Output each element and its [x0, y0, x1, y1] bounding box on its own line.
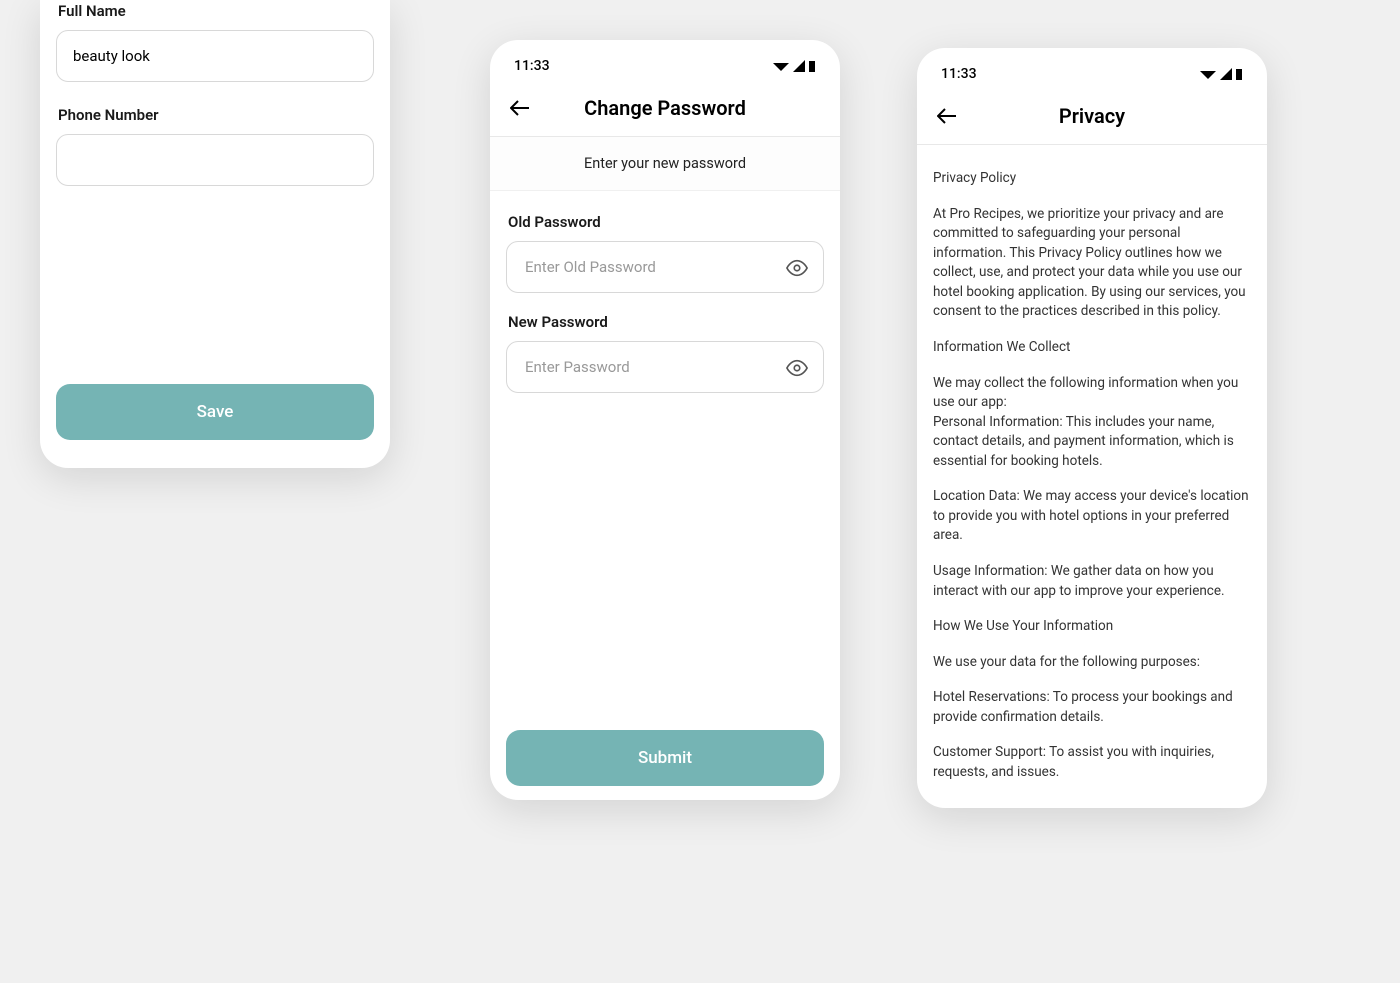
phone-number-label: Phone Number — [56, 106, 374, 124]
new-password-input[interactable] — [506, 341, 824, 393]
arrow-left-icon — [937, 108, 957, 124]
signal-icon — [792, 59, 806, 73]
privacy-paragraph: We may collect the following information… — [933, 374, 1251, 472]
privacy-content[interactable]: Privacy Policy At Pro Recipes, we priori… — [917, 145, 1267, 795]
arrow-left-icon — [510, 100, 530, 116]
phone-number-input[interactable] — [56, 134, 374, 186]
button-container: Submit — [506, 730, 824, 786]
privacy-paragraph: Location Data: We may access your device… — [933, 487, 1251, 546]
new-password-label: New Password — [506, 313, 824, 331]
privacy-paragraph: Usage Information: We gather data on how… — [933, 562, 1251, 601]
button-container: Save — [56, 384, 374, 440]
battery-icon — [808, 59, 816, 73]
back-button[interactable] — [510, 96, 534, 120]
privacy-paragraph: Privacy Policy — [933, 169, 1251, 189]
old-password-input[interactable] — [506, 241, 824, 293]
privacy-paragraph: Information We Collect — [933, 338, 1251, 358]
eye-icon — [786, 257, 808, 279]
battery-icon — [1235, 67, 1243, 81]
new-password-visibility-toggle[interactable] — [786, 357, 808, 383]
signal-icon — [1219, 67, 1233, 81]
privacy-paragraph: We use your data for the following purpo… — [933, 653, 1251, 673]
save-button[interactable]: Save — [56, 384, 374, 440]
page-title: Privacy — [1059, 104, 1125, 128]
full-name-label: Full Name — [56, 2, 374, 20]
form-area: Full Name Phone Number — [56, 0, 374, 210]
wifi-icon — [772, 59, 790, 73]
form-area: Old Password New Password — [490, 191, 840, 435]
privacy-screen: 11:33 Privacy Privacy Policy At Pro Reci… — [917, 48, 1267, 808]
old-password-label: Old Password — [506, 213, 824, 231]
new-password-wrapper — [506, 341, 824, 413]
header: Change Password — [490, 84, 840, 137]
wifi-icon — [1199, 67, 1217, 81]
header: Privacy — [917, 92, 1267, 145]
subtitle: Enter your new password — [490, 137, 840, 191]
privacy-paragraph: At Pro Recipes, we prioritize your priva… — [933, 205, 1251, 322]
old-password-wrapper — [506, 241, 824, 313]
privacy-paragraph: Customer Support: To assist you with inq… — [933, 743, 1251, 782]
status-bar: 11:33 — [490, 40, 840, 84]
full-name-input[interactable] — [56, 30, 374, 82]
status-icons — [1199, 67, 1243, 81]
status-time: 11:33 — [514, 58, 550, 74]
profile-edit-screen: Full Name Phone Number Save — [40, 0, 390, 468]
page-title: Change Password — [584, 96, 746, 120]
status-icons — [772, 59, 816, 73]
eye-icon — [786, 357, 808, 379]
privacy-paragraph: Hotel Reservations: To process your book… — [933, 688, 1251, 727]
status-time: 11:33 — [941, 66, 977, 82]
privacy-paragraph: How We Use Your Information — [933, 617, 1251, 637]
status-bar: 11:33 — [917, 48, 1267, 92]
change-password-screen: 11:33 Change Password Enter your new pas… — [490, 40, 840, 800]
old-password-visibility-toggle[interactable] — [786, 257, 808, 283]
back-button[interactable] — [937, 104, 961, 128]
submit-button[interactable]: Submit — [506, 730, 824, 786]
